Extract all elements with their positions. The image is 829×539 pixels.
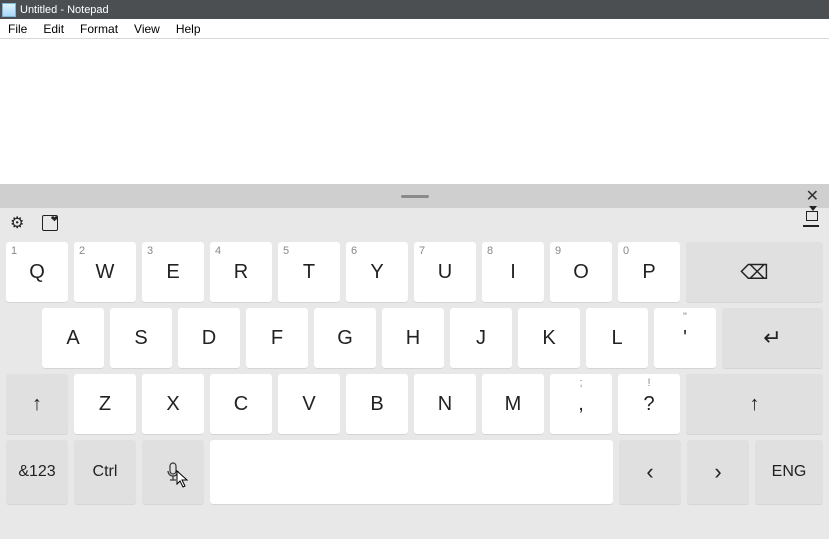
key-space[interactable] [210, 440, 613, 504]
clipboard-favorite-icon[interactable] [42, 215, 58, 231]
key-k[interactable]: K [518, 308, 580, 368]
key-w[interactable]: 2W [74, 242, 136, 302]
key-y[interactable]: 6Y [346, 242, 408, 302]
key-question[interactable]: !? [618, 374, 680, 434]
key-arrow-left[interactable]: ‹ [619, 440, 681, 504]
key-row-4: &123 Ctrl ‹ › ENG [6, 440, 823, 504]
key-v[interactable]: V [278, 374, 340, 434]
key-f[interactable]: F [246, 308, 308, 368]
shift-icon: ↑ [750, 393, 760, 416]
key-e[interactable]: 3E [142, 242, 204, 302]
text-editor-area[interactable] [0, 39, 829, 184]
key-r[interactable]: 4R [210, 242, 272, 302]
osk-toolbar: ⚙ [0, 208, 829, 238]
key-ctrl[interactable]: Ctrl [74, 440, 136, 504]
menu-help[interactable]: Help [168, 22, 209, 36]
key-d[interactable]: D [178, 308, 240, 368]
settings-icon[interactable]: ⚙ [10, 213, 24, 233]
microphone-icon [166, 462, 180, 482]
key-comma[interactable]: ;, [550, 374, 612, 434]
key-b[interactable]: B [346, 374, 408, 434]
key-o[interactable]: 9O [550, 242, 612, 302]
key-l[interactable]: L [586, 308, 648, 368]
key-j[interactable]: J [450, 308, 512, 368]
key-t[interactable]: 5T [278, 242, 340, 302]
osk-keys: 1Q 2W 3E 4R 5T 6Y 7U 8I 9O 0P ⌫ A S D F … [0, 238, 829, 516]
enter-icon: ↵ [763, 325, 781, 351]
key-numsym[interactable]: &123 [6, 440, 68, 504]
key-z[interactable]: Z [74, 374, 136, 434]
key-u[interactable]: 7U [414, 242, 476, 302]
key-row-1: 1Q 2W 3E 4R 5T 6Y 7U 8I 9O 0P ⌫ [6, 242, 823, 302]
osk-close-icon[interactable]: ✕ [806, 186, 819, 206]
key-apostrophe[interactable]: "' [654, 308, 716, 368]
menu-edit[interactable]: Edit [35, 22, 72, 36]
window-title: Untitled - Notepad [20, 4, 109, 16]
key-q[interactable]: 1Q [6, 242, 68, 302]
dock-keyboard-icon[interactable] [803, 214, 819, 232]
backspace-icon: ⌫ [740, 260, 768, 285]
key-row-3: ↑ Z X C V B N M ;, !? ↑ [6, 374, 823, 434]
key-g[interactable]: G [314, 308, 376, 368]
menu-bar: File Edit Format View Help [0, 19, 829, 39]
key-i[interactable]: 8I [482, 242, 544, 302]
key-backspace[interactable]: ⌫ [686, 242, 823, 302]
osk-titlebar[interactable]: ✕ [0, 184, 829, 208]
key-row-2: A S D F G H J K L "' ↵ [6, 308, 823, 368]
key-x[interactable]: X [142, 374, 204, 434]
key-mic[interactable] [142, 440, 204, 504]
shift-icon: ↑ [32, 393, 42, 416]
key-n[interactable]: N [414, 374, 476, 434]
key-enter[interactable]: ↵ [722, 308, 823, 368]
key-m[interactable]: M [482, 374, 544, 434]
chevron-left-icon: ‹ [646, 459, 653, 485]
key-h[interactable]: H [382, 308, 444, 368]
key-c[interactable]: C [210, 374, 272, 434]
key-s[interactable]: S [110, 308, 172, 368]
key-a[interactable]: A [42, 308, 104, 368]
key-shift-right[interactable]: ↑ [686, 374, 823, 434]
menu-view[interactable]: View [126, 22, 168, 36]
title-bar: Untitled - Notepad [0, 0, 829, 19]
key-language[interactable]: ENG [755, 440, 823, 504]
on-screen-keyboard: ✕ ⚙ 1Q 2W 3E 4R 5T 6Y 7U 8I 9O 0P ⌫ A S … [0, 184, 829, 539]
menu-file[interactable]: File [0, 22, 35, 36]
key-arrow-right[interactable]: › [687, 440, 749, 504]
notepad-icon [2, 3, 16, 17]
osk-drag-handle[interactable] [401, 195, 429, 198]
key-p[interactable]: 0P [618, 242, 680, 302]
chevron-right-icon: › [714, 459, 721, 485]
key-shift-left[interactable]: ↑ [6, 374, 68, 434]
menu-format[interactable]: Format [72, 22, 126, 36]
